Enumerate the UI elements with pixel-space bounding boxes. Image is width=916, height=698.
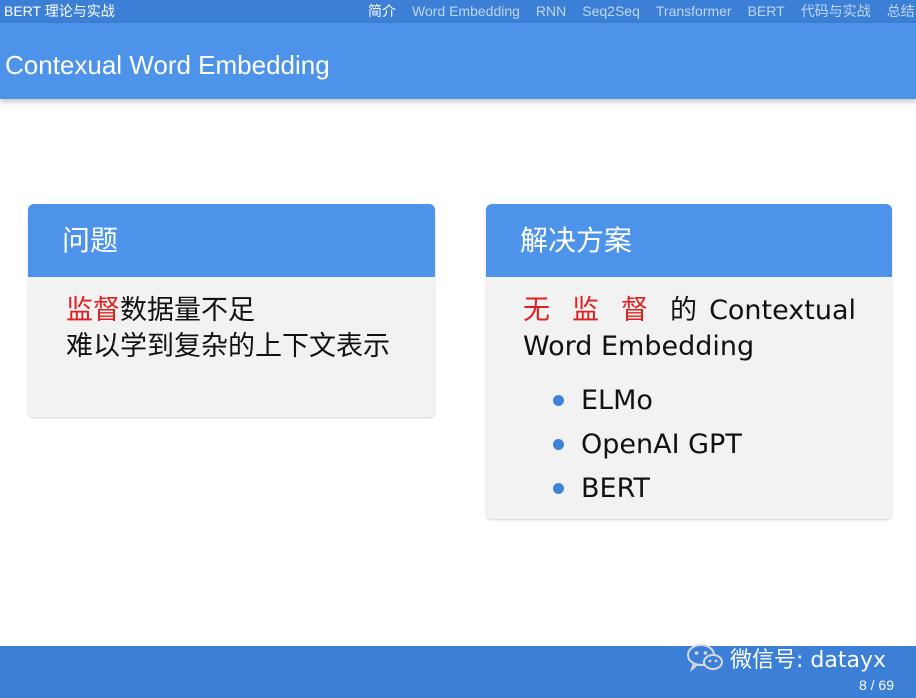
bullet-item: OpenAI GPT (553, 423, 856, 467)
slide-title: Contexual Word Embedding (5, 50, 330, 80)
nav-item-seq2seq[interactable]: Seq2Seq (582, 0, 640, 23)
wechat-watermark: 微信号: datayx (686, 642, 886, 674)
bullet-item: BERT (553, 467, 856, 511)
deck-title[interactable]: BERT 理论与实战 (4, 0, 115, 23)
nav-item-bert[interactable]: BERT (748, 0, 785, 23)
wechat-icon (687, 644, 723, 673)
nav-item-transformer[interactable]: Transformer (656, 0, 732, 23)
problem-block-header: 问题 (28, 204, 435, 277)
bullet-label: BERT (581, 473, 650, 504)
solution-block: 解决方案 无监督的 Contextual Word Embedding ELMo… (486, 204, 892, 519)
watermark-text: 微信号: datayx (730, 648, 886, 673)
nav-item-intro[interactable]: 简介 (368, 0, 396, 23)
top-navigation-bar: BERT 理论与实战 简介 Word Embedding RNN Seq2Seq Tra… (0, 0, 916, 23)
solution-block-header: 解决方案 (486, 204, 892, 277)
problem-line-2: 难以学到复杂的上下文表示 (66, 331, 390, 362)
bullet-item: ELMo (553, 379, 856, 423)
section-nav: 简介 Word Embedding RNN Seq2Seq Transformer BER… (368, 0, 916, 23)
solution-line-1-lead: 无监督的 (523, 293, 697, 329)
solution-line-1: 无监督的 Contextual (523, 293, 856, 329)
slide-title-bar: Contexual Word Embedding (0, 23, 916, 99)
nav-item-word-embedding[interactable]: Word Embedding (412, 0, 520, 23)
problem-line-1: 监督数据量不足 (66, 293, 405, 329)
bullet-dot-icon (553, 439, 564, 450)
page-number: 8 / 69 (858, 677, 894, 693)
nav-item-code-practice[interactable]: 代码与实战 (801, 0, 871, 23)
bullet-dot-icon (553, 483, 564, 494)
problem-block-body: 监督数据量不足 难以学到复杂的上下文表示 (28, 277, 435, 365)
solution-line-2: Word Embedding (523, 331, 755, 362)
solution-bullet-list: ELMo OpenAI GPT BERT (523, 379, 856, 511)
bullet-label: ELMo (581, 385, 653, 416)
nav-item-summary[interactable]: 总结 (887, 0, 915, 23)
solution-line-1-term: Contextual (709, 295, 856, 326)
solution-block-body: 无监督的 Contextual Word Embedding ELMo Open… (486, 277, 892, 511)
problem-line-1-text: 数据量不足 (120, 295, 255, 326)
solution-highlight: 无监督 (523, 295, 670, 326)
solution-line-1-particle: 的 (670, 295, 697, 326)
problem-highlight: 监督 (66, 295, 120, 326)
problem-block: 问题 监督数据量不足 难以学到复杂的上下文表示 (28, 204, 435, 417)
bullet-dot-icon (553, 395, 564, 406)
nav-item-rnn[interactable]: RNN (536, 0, 566, 23)
bullet-label: OpenAI GPT (581, 429, 742, 460)
